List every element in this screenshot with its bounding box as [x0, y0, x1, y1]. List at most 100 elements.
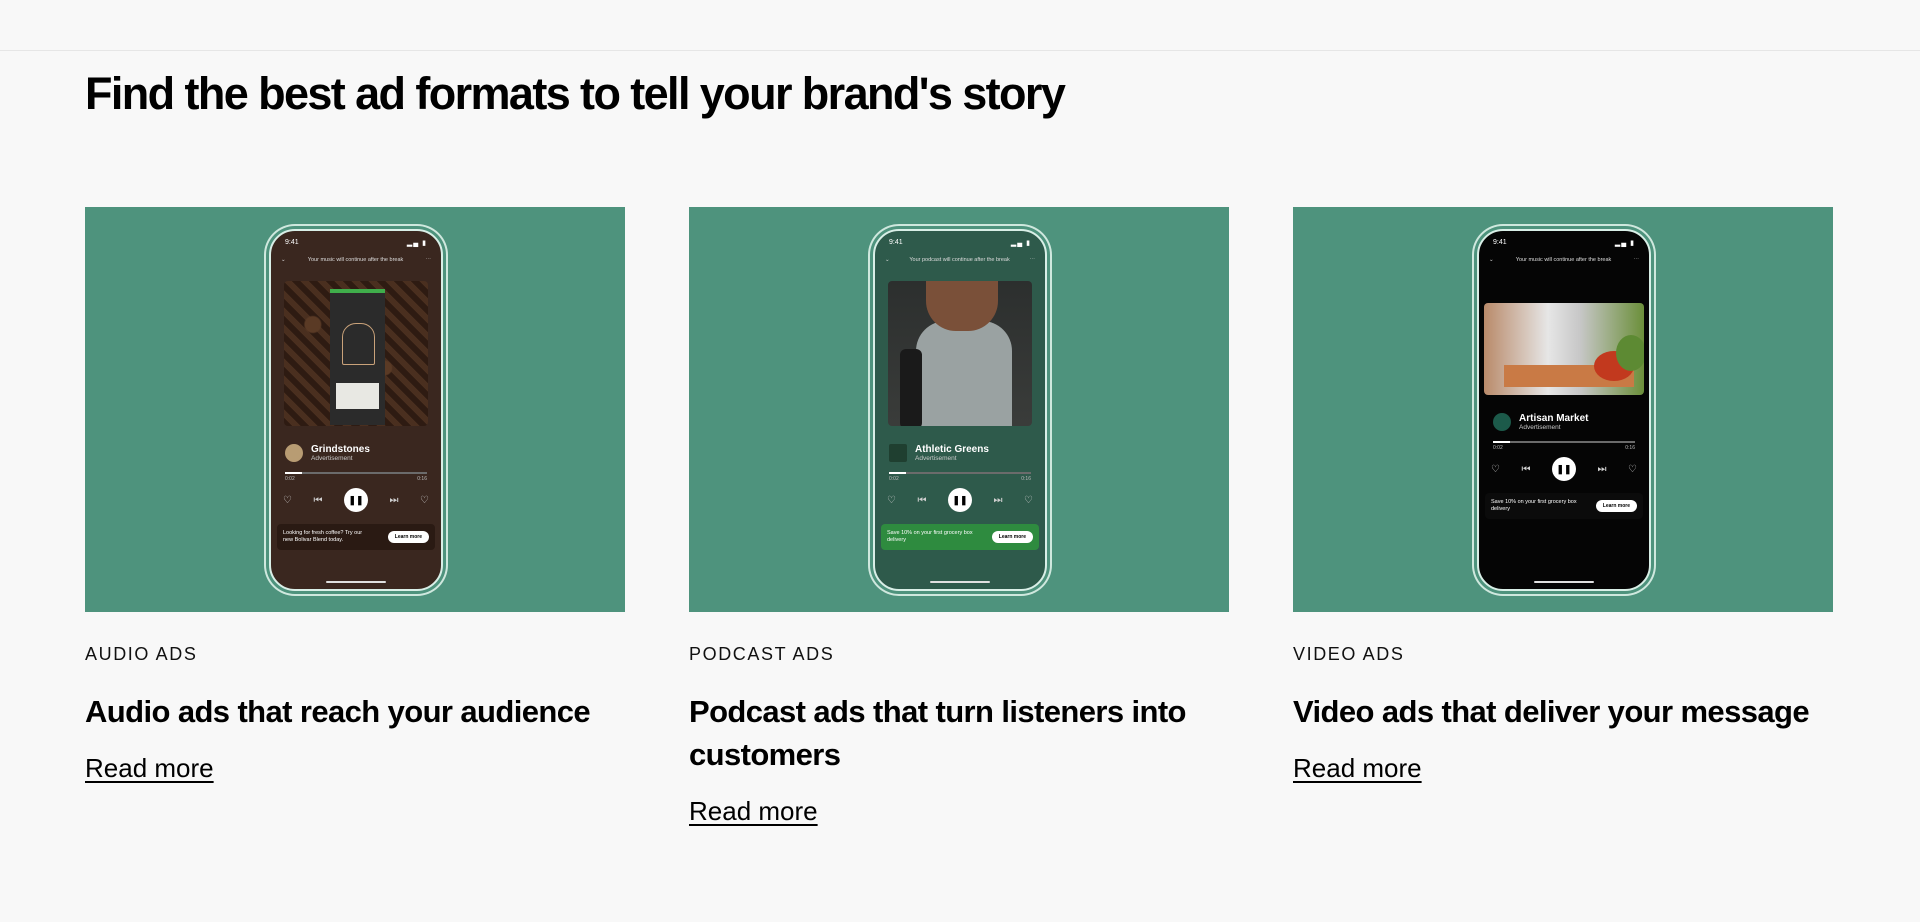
- top-nav-bar: [0, 0, 1920, 51]
- avatar: [889, 444, 907, 462]
- progress-fill: [889, 472, 907, 474]
- status-time: 9:41: [889, 239, 903, 246]
- status-bar: 9:41 ▂▄ ▮: [1479, 231, 1649, 247]
- learn-more-button: Learn more: [387, 531, 429, 543]
- notice-text: Your music will continue after the break: [307, 257, 404, 263]
- signal-battery-icon: ▂▄ ▮: [406, 240, 427, 247]
- status-time: 9:41: [1493, 239, 1507, 246]
- signal-battery-icon: ▂▄ ▮: [1614, 240, 1635, 247]
- signal-battery-icon: ▂▄ ▮: [1010, 240, 1031, 247]
- athlete-artwork: [888, 281, 1032, 426]
- read-more-link[interactable]: Read more: [85, 753, 214, 784]
- player-controls: ♡ ⏮ ❚❚ ⏭ ♡: [271, 482, 441, 512]
- track-meta: Athletic Greens Advertisement: [875, 426, 1045, 462]
- progress-bar: [889, 472, 1031, 474]
- home-indicator: [1534, 581, 1594, 583]
- track-meta: Grindstones Advertisement: [271, 426, 441, 462]
- card-video-ads: 9:41 ▂▄ ▮ ⌄ Your music will continue aft…: [1293, 207, 1833, 827]
- previous-icon: ⏮: [917, 494, 927, 506]
- thumbs-up-icon: ♡: [1024, 494, 1033, 506]
- pause-icon: ❚❚: [344, 488, 368, 512]
- player-notice: ⌄ Your music will continue after the bre…: [271, 247, 441, 263]
- player-controls: ♡ ⏮ ❚❚ ⏭ ♡: [1479, 451, 1649, 481]
- cta-banner: Save 10% on your first grocery box deliv…: [881, 524, 1039, 550]
- track-meta: Artisan Market Advertisement: [1479, 395, 1649, 431]
- next-icon: ⏭: [389, 494, 399, 506]
- status-bar: 9:41 ▂▄ ▮: [875, 231, 1045, 247]
- read-more-link[interactable]: Read more: [1293, 753, 1422, 784]
- learn-more-button: Learn more: [1595, 500, 1637, 512]
- next-icon: ⏭: [1597, 463, 1607, 475]
- cta-text: Save 10% on your first grocery box deliv…: [887, 530, 973, 543]
- elapsed-time: 0:02: [1493, 445, 1503, 451]
- progress-bar: [285, 472, 427, 474]
- player-notice: ⌄ Your podcast will continue after the b…: [875, 247, 1045, 263]
- cta-text: Save 10% on your first grocery box deliv…: [1491, 499, 1577, 512]
- phone-mockup: 9:41 ▂▄ ▮ ⌄ Your music will continue aft…: [269, 229, 443, 591]
- card-eyebrow: AUDIO ADS: [85, 644, 198, 664]
- thumbs-up-icon: ♡: [420, 494, 429, 506]
- card-audio-ads: 9:41 ▂▄ ▮ ⌄ Your music will continue aft…: [85, 207, 625, 827]
- notice-text: Your music will continue after the break: [1515, 257, 1612, 263]
- remaining-time: 0:16: [417, 476, 427, 482]
- thumbs-down-icon: ♡: [1491, 463, 1500, 475]
- status-time: 9:41: [285, 239, 299, 246]
- chevron-down-icon: ⌄: [1489, 257, 1494, 263]
- time-labels: 0:02 0:16: [1479, 443, 1649, 451]
- elapsed-time: 0:02: [285, 476, 295, 482]
- pause-icon: ❚❚: [948, 488, 972, 512]
- more-icon: ⋯: [1633, 257, 1639, 263]
- track-sub: Advertisement: [915, 455, 957, 462]
- phone-mockup: 9:41 ▂▄ ▮ ⌄ Your podcast will continue a…: [873, 229, 1047, 591]
- card-image: 9:41 ▂▄ ▮ ⌄ Your podcast will continue a…: [689, 207, 1229, 612]
- chevron-down-icon: ⌄: [281, 257, 286, 263]
- progress-fill: [1493, 441, 1511, 443]
- card-title: Audio ads that reach your audience: [85, 694, 591, 729]
- bag-label: [336, 383, 379, 409]
- card-title: Podcast ads that turn listeners into cus…: [689, 694, 1186, 772]
- shaker-bottle: [900, 349, 922, 426]
- avatar: [1493, 413, 1511, 431]
- greens: [1616, 335, 1644, 371]
- progress-fill: [285, 472, 303, 474]
- coffee-bag: [330, 289, 385, 425]
- player-controls: ♡ ⏮ ❚❚ ⏭ ♡: [875, 482, 1045, 512]
- progress-bar: [1493, 441, 1635, 443]
- card-title: Video ads that deliver your message: [1293, 694, 1810, 729]
- cooking-video: [1484, 303, 1644, 395]
- card-eyebrow: PODCAST ADS: [689, 644, 835, 664]
- notice-text: Your podcast will continue after the bre…: [909, 257, 1010, 263]
- athlete-neck: [926, 281, 998, 331]
- card-eyebrow: VIDEO ADS: [1293, 644, 1405, 664]
- player-notice: ⌄ Your music will continue after the bre…: [1479, 247, 1649, 263]
- cta-text: Looking for fresh coffee? Try our new Bo…: [283, 530, 363, 543]
- time-labels: 0:02 0:16: [875, 474, 1045, 482]
- remaining-time: 0:16: [1021, 476, 1031, 482]
- more-icon: ⋯: [1029, 257, 1036, 263]
- elapsed-time: 0:02: [889, 476, 899, 482]
- remaining-time: 0:16: [1625, 445, 1635, 451]
- pause-icon: ❚❚: [1552, 457, 1576, 481]
- avatar: [285, 444, 303, 462]
- thumbs-down-icon: ♡: [887, 494, 896, 506]
- thumbs-down-icon: ♡: [283, 494, 292, 506]
- cta-banner: Save 10% on your first grocery box deliv…: [1485, 493, 1643, 519]
- coffee-artwork: [284, 281, 428, 426]
- track-name: Athletic Greens: [915, 444, 989, 455]
- learn-more-button: Learn more: [991, 531, 1033, 543]
- thumbs-up-icon: ♡: [1628, 463, 1637, 475]
- next-icon: ⏭: [993, 494, 1003, 506]
- cta-banner: Looking for fresh coffee? Try our new Bo…: [277, 524, 435, 550]
- card-podcast-ads: 9:41 ▂▄ ▮ ⌄ Your podcast will continue a…: [689, 207, 1229, 827]
- track-sub: Advertisement: [311, 455, 353, 462]
- time-labels: 0:02 0:16: [271, 474, 441, 482]
- chevron-down-icon: ⌄: [885, 257, 890, 263]
- previous-icon: ⏮: [313, 494, 323, 506]
- page-title: Find the best ad formats to tell your br…: [85, 68, 1066, 119]
- track-sub: Advertisement: [1519, 424, 1561, 431]
- brand-badge: [342, 323, 375, 365]
- phone-mockup: 9:41 ▂▄ ▮ ⌄ Your music will continue aft…: [1477, 229, 1651, 591]
- home-indicator: [326, 581, 386, 583]
- read-more-link[interactable]: Read more: [689, 796, 818, 827]
- track-name: Grindstones: [311, 444, 370, 455]
